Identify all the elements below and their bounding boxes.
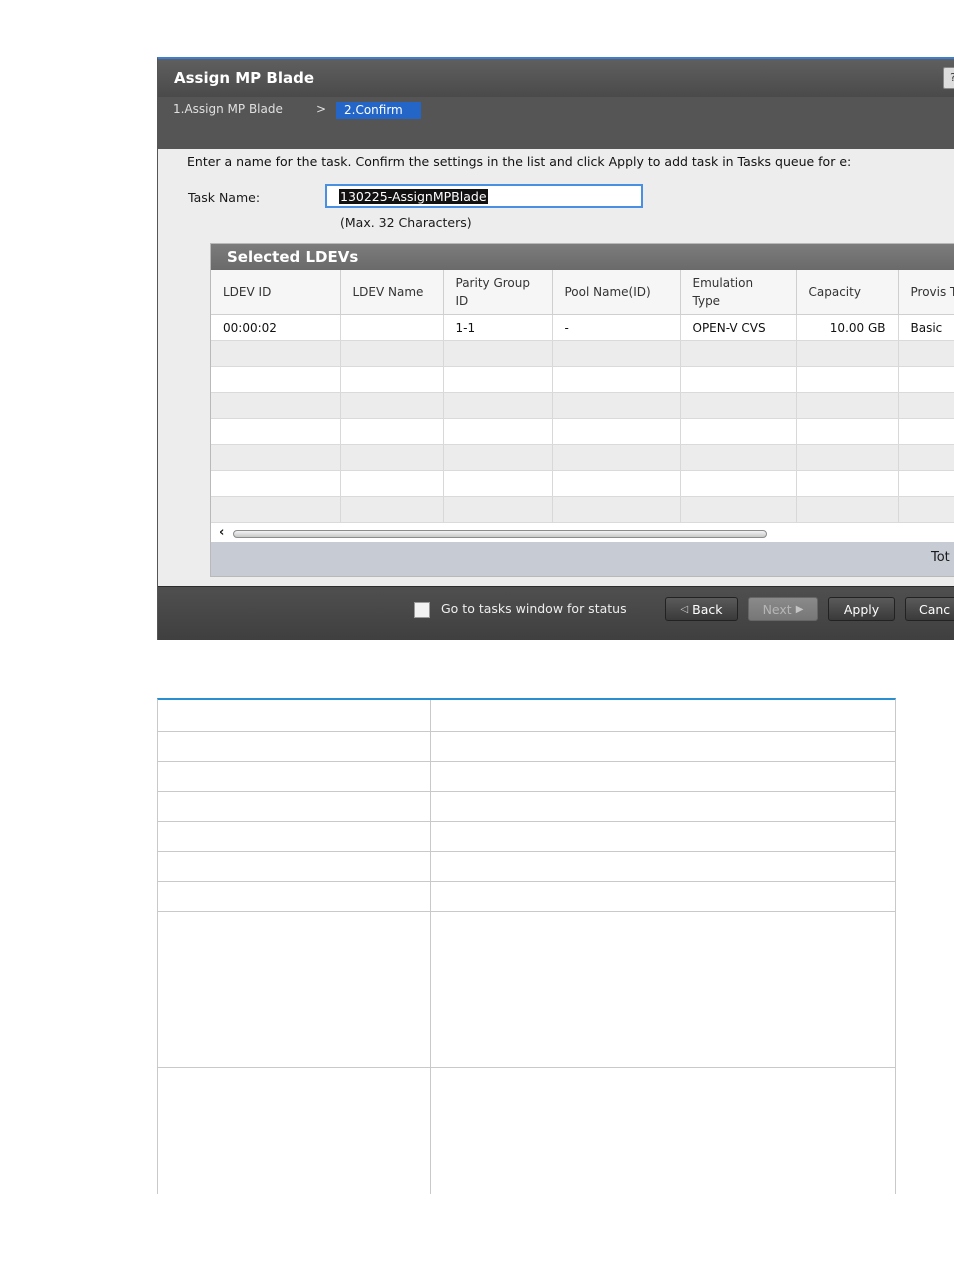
task-name-value: 130225-AssignMPBlade <box>339 188 488 204</box>
cell-ldev-name <box>340 314 444 341</box>
cell-provisioning-type: Basic <box>898 314 954 341</box>
empty-row <box>211 496 954 523</box>
step-assign-mp-blade: 1.Assign MP Blade <box>173 102 283 116</box>
instruction-text: Enter a name for the task. Confirm the s… <box>187 154 852 169</box>
row-divider <box>158 881 895 882</box>
go-to-tasks-checkbox[interactable] <box>414 602 430 618</box>
go-to-tasks-label: Go to tasks window for status <box>441 601 627 616</box>
step-confirm: 2.Confirm <box>336 102 421 119</box>
assign-mp-blade-dialog: Assign MP Blade ? 1.Assign MP Blade > 2.… <box>157 57 954 640</box>
back-arrow-icon: ◁ <box>680 603 689 615</box>
scrollbar-thumb[interactable] <box>233 530 767 538</box>
cancel-button[interactable]: Canc <box>905 597 954 621</box>
next-label: Next <box>762 601 792 617</box>
back-label: Back <box>692 601 723 617</box>
row-divider <box>158 791 895 792</box>
selected-ldevs-panel: Selected LDEVs LDEV ID LDEV Name Parity … <box>210 243 954 577</box>
cell-ldev-id: 00:00:02 <box>211 314 341 341</box>
empty-row <box>211 340 954 367</box>
dialog-title: Assign MP Blade <box>158 59 954 97</box>
column-divider <box>430 700 431 1194</box>
task-name-label: Task Name: <box>188 190 261 205</box>
cell-pool-name: - <box>552 314 681 341</box>
table-row[interactable]: 00:00:02 1-1 - OPEN-V CVS 10.00 GB Basic <box>211 314 954 341</box>
apply-button[interactable]: Apply <box>828 597 895 621</box>
task-name-input[interactable]: 130225-AssignMPBlade <box>325 184 643 208</box>
wizard-steps: 1.Assign MP Blade > 2.Confirm <box>158 97 954 149</box>
row-divider <box>158 761 895 762</box>
total-label: Tot <box>931 550 950 565</box>
row-divider <box>158 821 895 822</box>
back-button[interactable]: ◁ Back <box>665 597 738 621</box>
table-total-bar: Tot <box>211 542 954 576</box>
column-header[interactable]: Provis Type <box>898 270 954 315</box>
empty-row <box>211 366 954 393</box>
ldev-table: LDEV ID LDEV Name Parity Group ID Pool N… <box>211 270 954 523</box>
empty-row <box>211 470 954 497</box>
column-header[interactable]: LDEV Name <box>340 270 444 315</box>
empty-row <box>211 392 954 419</box>
next-arrow-icon: ▶ <box>795 603 804 615</box>
next-button[interactable]: Next ▶ <box>748 597 818 621</box>
cell-capacity: 10.00 GB <box>796 314 899 341</box>
cell-parity-group-id: 1-1 <box>443 314 553 341</box>
scroll-left-icon[interactable]: ‹ <box>219 525 224 540</box>
empty-row <box>211 444 954 471</box>
column-header[interactable]: Capacity <box>796 270 899 315</box>
row-divider <box>158 1067 895 1068</box>
column-header[interactable]: Parity Group ID <box>443 270 553 315</box>
step-separator: > <box>316 102 327 116</box>
panel-title: Selected LDEVs <box>211 244 954 270</box>
empty-row <box>211 418 954 445</box>
horizontal-scrollbar[interactable]: ‹ <box>211 525 954 542</box>
column-header[interactable]: Emulation Type <box>680 270 797 315</box>
dialog-footer: Go to tasks window for status ◁ Back Nex… <box>158 586 954 640</box>
description-table <box>157 698 896 1194</box>
cell-emulation-type: OPEN-V CVS <box>680 314 797 341</box>
row-divider <box>158 851 895 852</box>
column-header[interactable]: Pool Name(ID) <box>552 270 681 315</box>
column-header[interactable]: LDEV ID <box>211 270 341 315</box>
row-divider <box>158 911 895 912</box>
task-name-limit-note: (Max. 32 Characters) <box>340 215 472 230</box>
row-divider <box>158 731 895 732</box>
help-button[interactable]: ? <box>943 67 954 89</box>
table-header-row: LDEV ID LDEV Name Parity Group ID Pool N… <box>211 270 954 315</box>
